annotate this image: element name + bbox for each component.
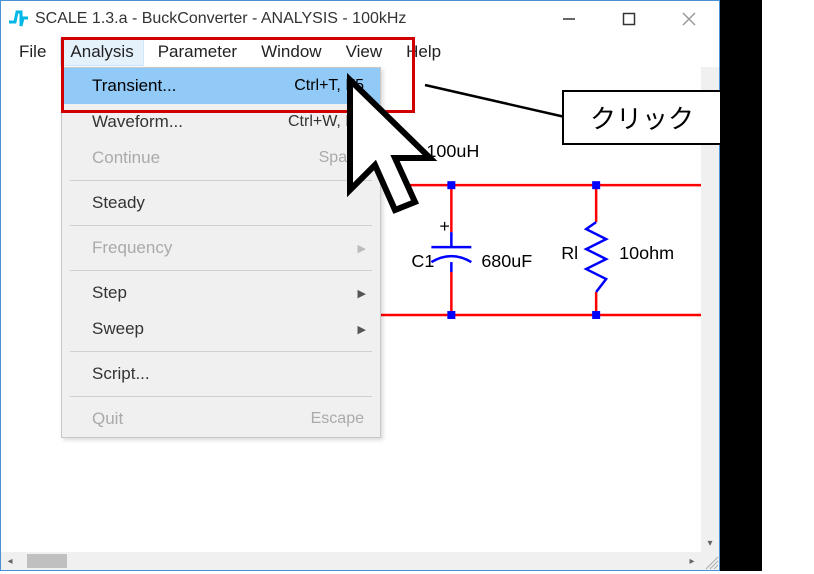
- menu-separator: [70, 351, 372, 352]
- app-icon: [7, 8, 29, 30]
- chevron-right-icon: ▶: [358, 242, 366, 255]
- title-bar: SCALE 1.3.a - BuckConverter - ANALYSIS -…: [1, 1, 719, 37]
- analysis-dropdown: Transient... Ctrl+T, F5 Waveform... Ctrl…: [61, 67, 381, 438]
- menu-view[interactable]: View: [336, 38, 393, 66]
- resize-grip[interactable]: [701, 552, 719, 570]
- chevron-right-icon: ▶: [358, 323, 366, 336]
- menu-script[interactable]: Script...: [62, 356, 380, 392]
- menu-bar: File Analysis Parameter Window View Help: [1, 37, 719, 67]
- app-window: SCALE 1.3.a - BuckConverter - ANALYSIS -…: [0, 0, 720, 571]
- menu-help[interactable]: Help: [396, 38, 451, 66]
- menu-analysis[interactable]: Analysis: [60, 38, 143, 66]
- callout-box: クリック: [562, 90, 722, 145]
- window-title: SCALE 1.3.a - BuckConverter - ANALYSIS -…: [35, 10, 539, 28]
- menu-window[interactable]: Window: [251, 38, 331, 66]
- c1-value-label: 680uF: [481, 251, 532, 271]
- menu-sweep[interactable]: Sweep ▶: [62, 311, 380, 347]
- menu-file[interactable]: File: [9, 38, 56, 66]
- hscroll-thumb[interactable]: [27, 554, 67, 568]
- menu-transient[interactable]: Transient... Ctrl+T, F5: [62, 68, 380, 104]
- maximize-button[interactable]: [599, 1, 659, 37]
- c1-name-label: C1: [411, 251, 434, 271]
- menu-quit: Quit Escape: [62, 401, 380, 437]
- menu-separator: [70, 225, 372, 226]
- menu-continue: Continue Space: [62, 140, 380, 176]
- l1-value-label: 100uH: [426, 141, 479, 161]
- menu-separator: [70, 396, 372, 397]
- callout-text: クリック: [590, 99, 694, 136]
- minimize-button[interactable]: [539, 1, 599, 37]
- scroll-left-icon[interactable]: ◂: [1, 552, 19, 570]
- scroll-down-icon[interactable]: ▾: [701, 534, 719, 552]
- menu-waveform[interactable]: Waveform... Ctrl+W, F6: [62, 104, 380, 140]
- scroll-right-icon[interactable]: ▸: [683, 552, 701, 570]
- r1-name-label: Rl: [561, 243, 578, 263]
- window-controls: [539, 1, 719, 37]
- chevron-right-icon: ▶: [358, 287, 366, 300]
- horizontal-scrollbar[interactable]: ◂ ▸: [1, 552, 701, 570]
- menu-steady[interactable]: Steady: [62, 185, 380, 221]
- svg-text:+: +: [439, 216, 449, 236]
- menu-separator: [70, 180, 372, 181]
- screenshot-border: [720, 0, 762, 571]
- menu-step[interactable]: Step ▶: [62, 275, 380, 311]
- menu-frequency: Frequency ▶: [62, 230, 380, 266]
- menu-parameter[interactable]: Parameter: [148, 38, 247, 66]
- menu-separator: [70, 270, 372, 271]
- close-button[interactable]: [659, 1, 719, 37]
- r1-value-label: 10ohm: [619, 243, 674, 263]
